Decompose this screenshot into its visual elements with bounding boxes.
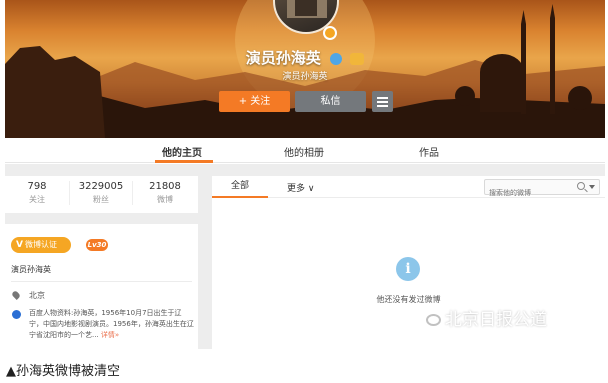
stat-value: 3229005 (78, 181, 124, 192)
stat-following[interactable]: 798 关注 (5, 181, 69, 205)
profile-bio: 百度人物资料:孙海英，1956年10月7日出生于辽宁，中国内地影视剧演员。195… (29, 308, 195, 341)
tab-photos[interactable]: 他的相册 (284, 144, 324, 159)
feed-tab-more[interactable]: 更多 ∨ (287, 181, 314, 194)
feed-search-input[interactable] (485, 186, 571, 200)
source-watermark: 北京日报公道 (426, 305, 547, 330)
tab-home[interactable]: 他的主页 (162, 144, 202, 159)
search-icon[interactable] (577, 182, 585, 190)
wechat-icon (426, 314, 441, 326)
profile-name-text: 演员孙海英 (245, 49, 321, 67)
stat-value: 21808 (149, 181, 181, 192)
location-text: 北京 (29, 291, 45, 300)
follow-button[interactable]: + 关注 (219, 91, 290, 112)
page: 演员孙海英 演员孙海英 + 关注 私信 他的主页 他的相册 作品 798 关注 … (0, 0, 608, 383)
tab-works[interactable]: 作品 (419, 144, 439, 159)
gender-male-icon (330, 53, 342, 65)
feed-filter-bar: 全部 更多 ∨ (212, 176, 605, 200)
verified-v-icon (323, 26, 337, 40)
profile-tab-bar: 他的主页 他的相册 作品 (5, 138, 605, 163)
stats-card: 798 关注 3229005 粉丝 21808 微博 (5, 176, 198, 213)
verified-title: 演员孙海英 (11, 265, 51, 274)
more-menu-button[interactable] (372, 91, 393, 112)
message-button[interactable]: 私信 (295, 91, 366, 112)
watermark-text: 北京日报公道 (445, 310, 547, 330)
bio-more-link[interactable]: 详情» (101, 331, 119, 339)
profile-info-card: 微博认证 Lv30 演员孙海英 北京 百度人物资料:孙海英，1956年10月7日… (5, 224, 198, 349)
chevron-down-icon[interactable] (589, 185, 595, 189)
menu-icon (372, 91, 393, 107)
stat-value: 798 (27, 181, 47, 192)
profile-name: 演员孙海英 (5, 47, 605, 68)
stat-label: 关注 (29, 195, 45, 204)
feed-tab-all[interactable]: 全部 (212, 176, 268, 198)
level-badge[interactable]: Lv30 (86, 239, 108, 251)
stat-label: 粉丝 (93, 195, 109, 204)
baidu-paw-icon (12, 310, 21, 319)
vip-member-icon[interactable] (350, 53, 365, 65)
feed-search-box (484, 179, 600, 200)
stat-label: 微博 (157, 195, 173, 204)
divider (11, 281, 192, 282)
profile-subtitle: 演员孙海英 (282, 72, 328, 82)
image-caption: ▲孙海英微博被清空 (6, 364, 120, 379)
location-pin-icon (11, 290, 21, 300)
weibo-verify-badge[interactable]: 微博认证 (11, 237, 71, 253)
stat-followers[interactable]: 3229005 粉丝 (69, 181, 133, 205)
empty-feed-message: 他还没有发过微博 (376, 295, 441, 304)
cover-banner: 演员孙海英 演员孙海英 + 关注 私信 (5, 0, 605, 138)
info-icon: i (396, 257, 420, 281)
stat-posts[interactable]: 21808 微博 (133, 181, 197, 205)
active-tab-indicator (155, 160, 213, 163)
